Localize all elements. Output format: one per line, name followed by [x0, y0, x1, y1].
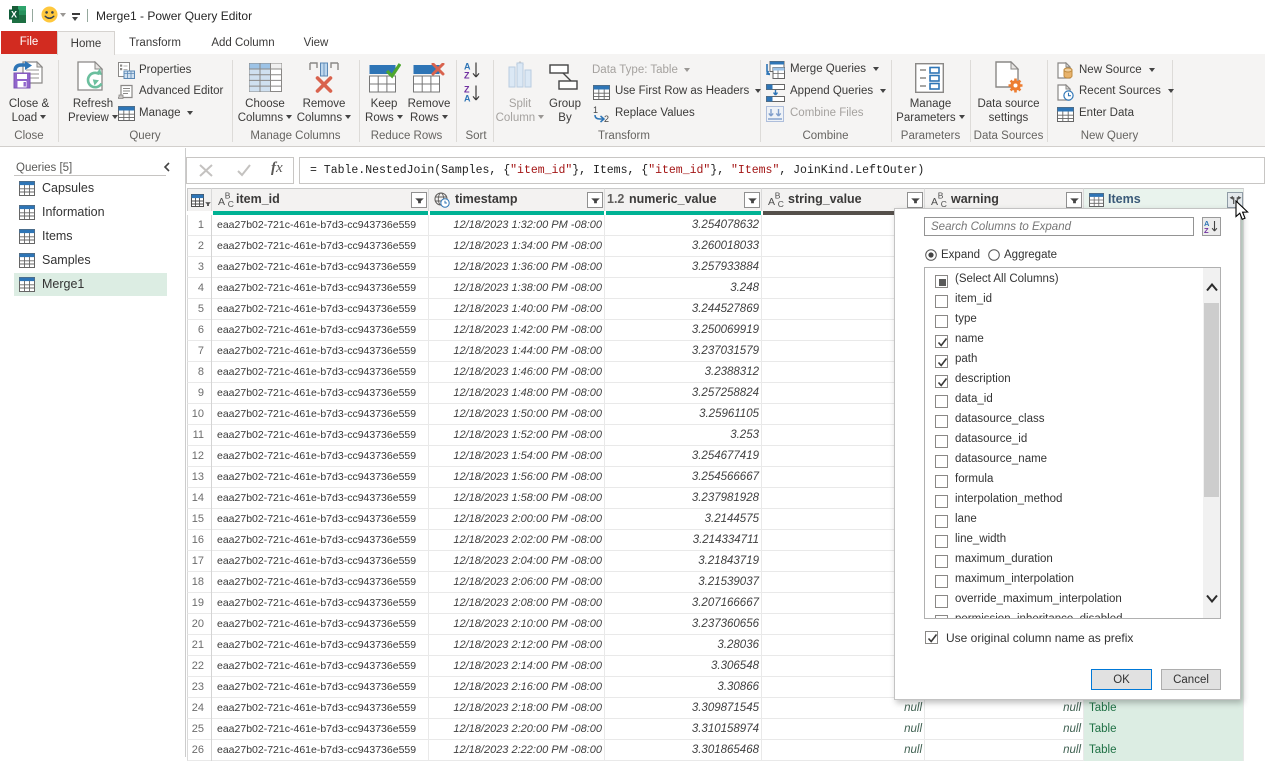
svg-text:A: A [464, 94, 471, 103]
svg-text:Z: Z [1204, 226, 1209, 234]
svg-text:C: C [941, 199, 947, 208]
svg-text:C: C [228, 199, 234, 208]
svg-text:C: C [778, 199, 784, 208]
svg-text:Z: Z [464, 71, 470, 81]
svg-text:1: 1 [593, 105, 598, 115]
svg-text:X: X [11, 10, 17, 20]
